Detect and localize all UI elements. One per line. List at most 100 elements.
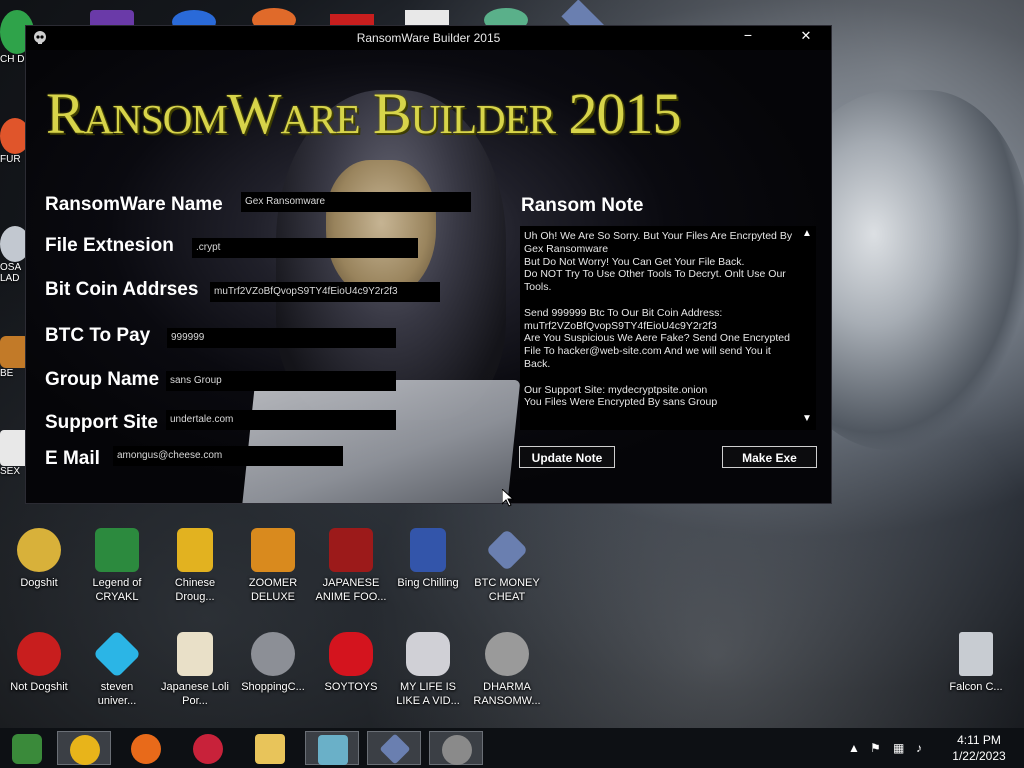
zuma-icon bbox=[251, 528, 295, 572]
laptop-image bbox=[240, 380, 521, 503]
desktop-icon-label: Legend of CRYAKL bbox=[92, 577, 142, 603]
scroll-up-icon[interactable]: ▲ bbox=[800, 228, 814, 242]
bitcoin-address-input[interactable]: muTrf2VZoBfQvopS9TY4fEioU4c9Y2r2f3 bbox=[210, 282, 440, 302]
desktop-icon-label: OSA LAD bbox=[0, 262, 21, 284]
email-input[interactable]: amongus@cheese.com bbox=[113, 446, 343, 466]
gem-icon bbox=[92, 629, 142, 679]
clock-date: 1/22/2023 bbox=[952, 749, 1006, 763]
taskbar: ▲ ⚑ ▦ ♪ 4:11 PM 1/22/2023 bbox=[0, 728, 1024, 768]
osu-icon bbox=[193, 734, 223, 764]
desktop-icon-btc-money-cheat[interactable]: BTC MONEY CHEAT bbox=[471, 528, 543, 604]
desktop-icon-label: Bing Chilling bbox=[397, 577, 459, 589]
paint-icon bbox=[318, 735, 348, 765]
close-button[interactable]: ✕ bbox=[798, 28, 814, 46]
ransomware-builder-window: RansomWare Builder 2015 − ✕ RansomWare B… bbox=[25, 25, 832, 504]
desktop-icon-recycle-bin[interactable]: Falcon C... bbox=[940, 632, 1012, 694]
desktop-icon-label: Dogshit bbox=[20, 577, 58, 589]
desktop-icon-legend-of-cryakl[interactable]: Legend of CRYAKL bbox=[81, 528, 153, 604]
torii-tile-icon bbox=[177, 632, 213, 676]
update-note-button[interactable]: Update Note bbox=[519, 446, 615, 468]
desktop-icon-my-life[interactable]: MY LIFE IS LIKE A VID... bbox=[392, 632, 464, 708]
taskbar-start[interactable] bbox=[0, 731, 54, 765]
file-extension-label: File Extnesion bbox=[45, 235, 174, 256]
mahjong-tile-icon bbox=[177, 528, 213, 572]
ransom-note-heading: Ransom Note bbox=[521, 195, 644, 216]
desktop-icon-steven-universe[interactable]: steven univer... bbox=[81, 629, 153, 708]
diamond-icon bbox=[485, 528, 529, 572]
chrome-alt-icon bbox=[12, 734, 42, 764]
desktop-icon-japanese-anime[interactable]: JAPANESE ANIME FOO... bbox=[315, 528, 387, 604]
scroll-down-icon[interactable]: ▼ bbox=[800, 413, 814, 427]
btc-to-pay-label: BTC To Pay bbox=[45, 325, 151, 346]
ransomware-name-label: RansomWare Name bbox=[45, 194, 223, 215]
pixel-hero-icon bbox=[95, 528, 139, 572]
minimize-button[interactable]: − bbox=[741, 27, 755, 45]
skull-app-icon bbox=[442, 735, 472, 765]
desktop-icon-label: ZOOMER DELUXE bbox=[248, 577, 298, 603]
volume-icon[interactable]: ♪ bbox=[916, 741, 922, 755]
desktop-icon-label: Falcon C... bbox=[949, 681, 1003, 693]
diamond-app-icon bbox=[379, 733, 411, 765]
mouse-cursor-icon bbox=[502, 489, 514, 507]
gamepad-icon bbox=[406, 632, 450, 676]
dev-cpp-icon bbox=[17, 632, 61, 676]
desktop-icon-label: ShoppingC... bbox=[241, 681, 305, 693]
taskbar-file-explorer[interactable] bbox=[243, 731, 297, 765]
desktop-icon-label: Chinese Droug... bbox=[174, 577, 216, 603]
flash-player-icon bbox=[251, 632, 295, 676]
desktop-icon-not-dogshit[interactable]: Not Dogshit bbox=[3, 632, 75, 694]
bitcoin-address-label: Bit Coin Addrses bbox=[45, 279, 199, 300]
show-hidden-icons[interactable]: ▲ bbox=[848, 741, 860, 755]
desktop-icon-zoomer-deluxe[interactable]: ZOOMER DELUXE bbox=[237, 528, 309, 604]
desktop-icon-label: Japanese Loli Por... bbox=[161, 681, 229, 707]
taskbar-paint[interactable] bbox=[305, 731, 359, 765]
taskbar-osu[interactable] bbox=[181, 731, 235, 765]
recycle-bin-icon bbox=[959, 632, 993, 676]
taskbar-diamond[interactable] bbox=[367, 731, 421, 765]
ransomware-name-input[interactable]: Gex Ransomware bbox=[241, 192, 471, 212]
desktop-icon-bing-chilling[interactable]: Bing Chilling bbox=[392, 528, 464, 590]
window-title: RansomWare Builder 2015 bbox=[356, 31, 501, 45]
app-logo: RansomWare Builder 2015 bbox=[46, 81, 682, 146]
desktop-icon-label: DHARMA RANSOMW... bbox=[473, 681, 541, 707]
desktop-icon-label: SEX bbox=[0, 466, 21, 477]
desktop-icon-chinese-droug[interactable]: Chinese Droug... bbox=[159, 528, 231, 604]
desktop-icon-dogshit[interactable]: Dogshit bbox=[3, 528, 75, 590]
skull-icon bbox=[485, 632, 529, 676]
desktop-icon-label: BE bbox=[0, 368, 14, 379]
btc-to-pay-input[interactable]: 999999 bbox=[167, 328, 396, 348]
support-site-label: Support Site bbox=[45, 412, 158, 433]
desktop-icon-label: MY LIFE IS LIKE A VID... bbox=[396, 681, 460, 707]
desktop-icon-label: SOYTOYS bbox=[324, 681, 378, 693]
file-explorer-icon bbox=[255, 734, 285, 764]
taskbar-firefox[interactable] bbox=[119, 731, 173, 765]
taskbar-chrome[interactable] bbox=[57, 731, 111, 765]
group-name-input[interactable]: sans Group bbox=[166, 371, 396, 391]
ransom-note-text[interactable]: Uh Oh! We Are So Sorry. But Your Files A… bbox=[524, 230, 796, 426]
group-name-label: Group Name bbox=[45, 369, 160, 390]
desktop-icon-label: FUR bbox=[0, 154, 21, 165]
desktop-icon-label: steven univer... bbox=[97, 681, 137, 707]
box-icon bbox=[410, 528, 446, 572]
network-icon[interactable]: ▦ bbox=[893, 741, 904, 755]
support-site-input[interactable]: undertale.com bbox=[166, 410, 396, 430]
desktop-icon-soytoys[interactable]: SOYTOYS bbox=[315, 632, 387, 694]
guy-fawkes-mask bbox=[326, 160, 436, 300]
flash-icon bbox=[329, 528, 373, 572]
desktop-icon-label: CH D bbox=[0, 54, 25, 65]
ransom-note-textarea[interactable]: Uh Oh! We Are So Sorry. But Your Files A… bbox=[520, 226, 816, 430]
desktop-icon-japanese-loli[interactable]: Japanese Loli Por... bbox=[159, 632, 231, 708]
file-extension-input[interactable]: .crypt bbox=[192, 238, 418, 258]
desktop-icon-shopping[interactable]: ShoppingC... bbox=[237, 632, 309, 694]
taskbar-ransomware-builder[interactable] bbox=[429, 731, 483, 765]
desktop-icon-label: BTC MONEY CHEAT bbox=[474, 577, 540, 603]
flag-icon[interactable]: ⚑ bbox=[870, 741, 881, 755]
s-logo-icon bbox=[329, 632, 373, 676]
taskbar-clock[interactable]: 4:11 PM 1/22/2023 bbox=[940, 732, 1018, 764]
desktop-icon-dharma[interactable]: DHARMA RANSOMW... bbox=[471, 632, 543, 708]
make-exe-button[interactable]: Make Exe bbox=[722, 446, 817, 468]
desktop-icon-label: Not Dogshit bbox=[10, 681, 68, 693]
clock-time: 4:11 PM bbox=[957, 733, 1001, 747]
title-bar[interactable]: RansomWare Builder 2015 − ✕ bbox=[26, 26, 831, 50]
firefox-icon bbox=[131, 734, 161, 764]
